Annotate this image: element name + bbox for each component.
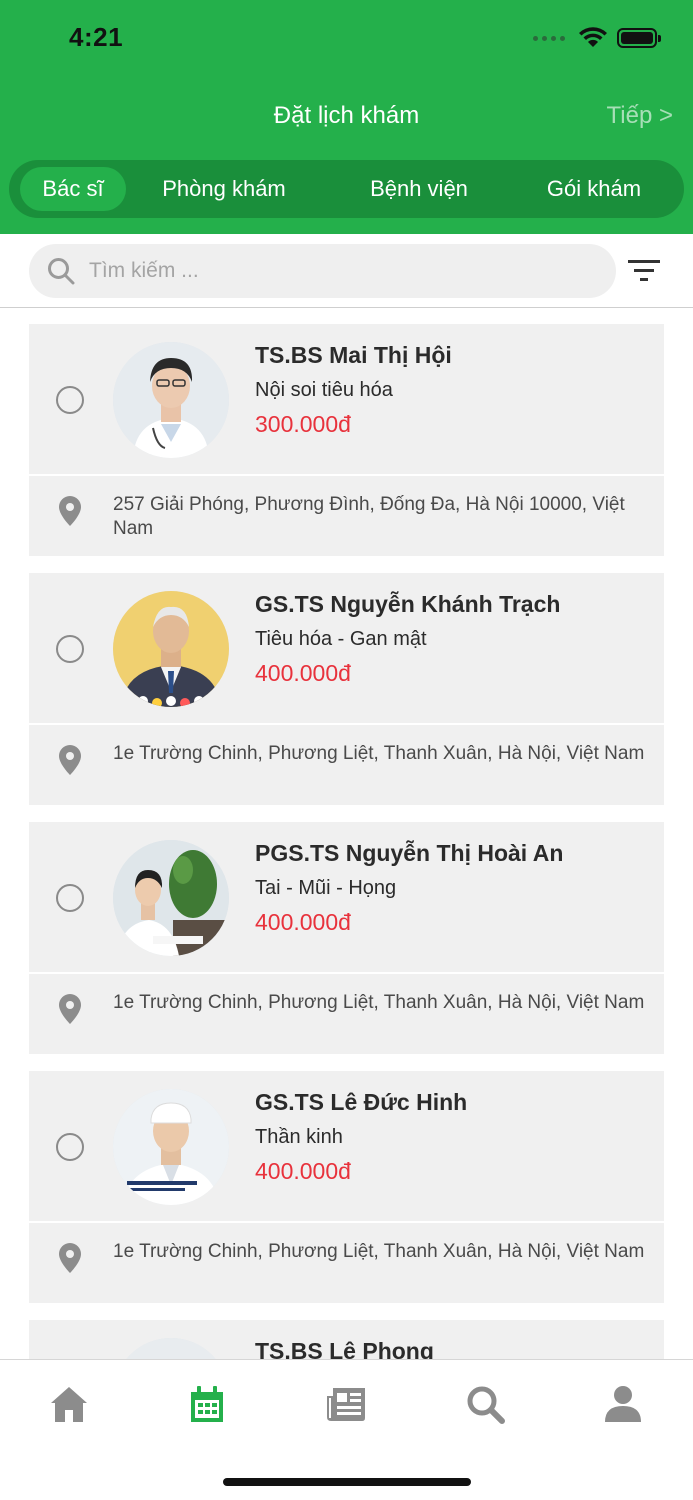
doctor-address-row: 1e Trường Chinh, Phương Liệt, Thanh Xuân… (29, 1221, 664, 1303)
doctor-specialty: Tai - Mũi - Họng (255, 877, 397, 899)
segment-package[interactable]: Gói khám (516, 167, 672, 211)
doctor-price: 400.000đ (255, 1158, 351, 1184)
doctor-address: 1e Trường Chinh, Phương Liệt, Thanh Xuân… (113, 1241, 645, 1262)
doctor-name: PGS.TS Nguyễn Thị Hoài An (255, 840, 564, 866)
home-icon (51, 1387, 87, 1422)
doctor-address: 257 Giải Phóng, Phương Đình, Đống Đa, Hà… (113, 494, 625, 539)
cellular-signal-icon (533, 35, 565, 41)
search-icon (48, 258, 75, 285)
page-title: Đặt lịch khám (273, 102, 420, 129)
select-radio[interactable] (56, 386, 84, 414)
doctor-card[interactable]: GS.TS Lê Đức Hinh Thần kinh 400.000đ 1e … (29, 1071, 664, 1303)
doctor-address: 1e Trường Chinh, Phương Liệt, Thanh Xuân… (113, 992, 645, 1013)
location-pin-icon (59, 745, 81, 775)
doctor-card[interactable]: GS.TS Nguyễn Khánh Trạch Tiêu hóa - Gan … (29, 573, 664, 805)
search-bar (0, 234, 693, 308)
doctor-address-row: 1e Trường Chinh, Phương Liệt, Thanh Xuân… (29, 972, 664, 1054)
battery-icon (617, 28, 661, 48)
doctor-card[interactable]: PGS.TS Nguyễn Thị Hoài An Tai - Mũi - Họ… (29, 822, 664, 1054)
segment-doctor[interactable]: Bác sĩ (20, 167, 126, 211)
search-icon (467, 1386, 505, 1424)
doctor-avatar (113, 591, 229, 707)
doctor-card-header: GS.TS Lê Đức Hinh Thần kinh 400.000đ (29, 1071, 664, 1221)
doctor-price: 400.000đ (255, 660, 351, 686)
location-pin-icon (59, 1243, 81, 1273)
profile-icon (605, 1386, 641, 1422)
filter-icon[interactable] (626, 256, 662, 286)
search-input[interactable] (89, 259, 549, 283)
calendar-icon (191, 1386, 223, 1422)
doctor-specialty: Nội soi tiêu hóa (255, 379, 393, 401)
tab-booking[interactable] (185, 1382, 229, 1426)
doctor-card-header: GS.TS Nguyễn Khánh Trạch Tiêu hóa - Gan … (29, 573, 664, 723)
doctor-name: TS.BS Mai Thị Hội (255, 342, 452, 368)
select-radio[interactable] (56, 884, 84, 912)
segment-clinic[interactable]: Phòng khám (126, 167, 322, 211)
status-icons (533, 26, 661, 50)
segment-hospital[interactable]: Bệnh viện (322, 167, 516, 211)
news-icon (327, 1388, 365, 1421)
select-radio[interactable] (56, 1133, 84, 1161)
status-time: 4:21 (69, 22, 124, 52)
doctor-specialty: Tiêu hóa - Gan mật (255, 628, 427, 650)
header: 4:21 Đặt lịch khám Tiếp > Bác sĩ Phòng k… (0, 0, 693, 234)
location-pin-icon (59, 994, 81, 1024)
location-pin-icon (59, 496, 81, 526)
doctor-price: 300.000đ (255, 411, 351, 437)
search-box (29, 244, 616, 298)
doctor-address: 1e Trường Chinh, Phương Liệt, Thanh Xuân… (113, 743, 645, 764)
tab-profile[interactable] (601, 1382, 645, 1426)
doctor-avatar (113, 840, 229, 956)
home-indicator (223, 1478, 471, 1486)
wifi-icon (579, 27, 607, 47)
doctor-card-header: TS.BS Mai Thị Hội Nội soi tiêu hóa 300.0… (29, 324, 664, 474)
select-radio[interactable] (56, 635, 84, 663)
doctor-list: TS.BS Mai Thị Hội Nội soi tiêu hóa 300.0… (29, 324, 664, 1487)
doctor-specialty: Thần kinh (255, 1126, 343, 1148)
doctor-card[interactable]: TS.BS Mai Thị Hội Nội soi tiêu hóa 300.0… (29, 324, 664, 556)
doctor-avatar (113, 342, 229, 458)
next-button[interactable]: Tiếp > (607, 102, 673, 130)
doctor-name: GS.TS Lê Đức Hinh (255, 1089, 468, 1115)
tab-search[interactable] (463, 1382, 507, 1426)
tab-home[interactable] (47, 1382, 91, 1426)
doctor-price: 400.000đ (255, 909, 351, 935)
doctor-avatar (113, 1089, 229, 1205)
tab-news[interactable] (324, 1382, 368, 1426)
category-segmented-control: Bác sĩ Phòng khám Bệnh viện Gói khám (9, 160, 684, 218)
doctor-card-header: PGS.TS Nguyễn Thị Hoài An Tai - Mũi - Họ… (29, 822, 664, 972)
doctor-address-row: 257 Giải Phóng, Phương Đình, Đống Đa, Hà… (29, 474, 664, 556)
doctor-name: GS.TS Nguyễn Khánh Trạch (255, 591, 561, 617)
doctor-address-row: 1e Trường Chinh, Phương Liệt, Thanh Xuân… (29, 723, 664, 805)
